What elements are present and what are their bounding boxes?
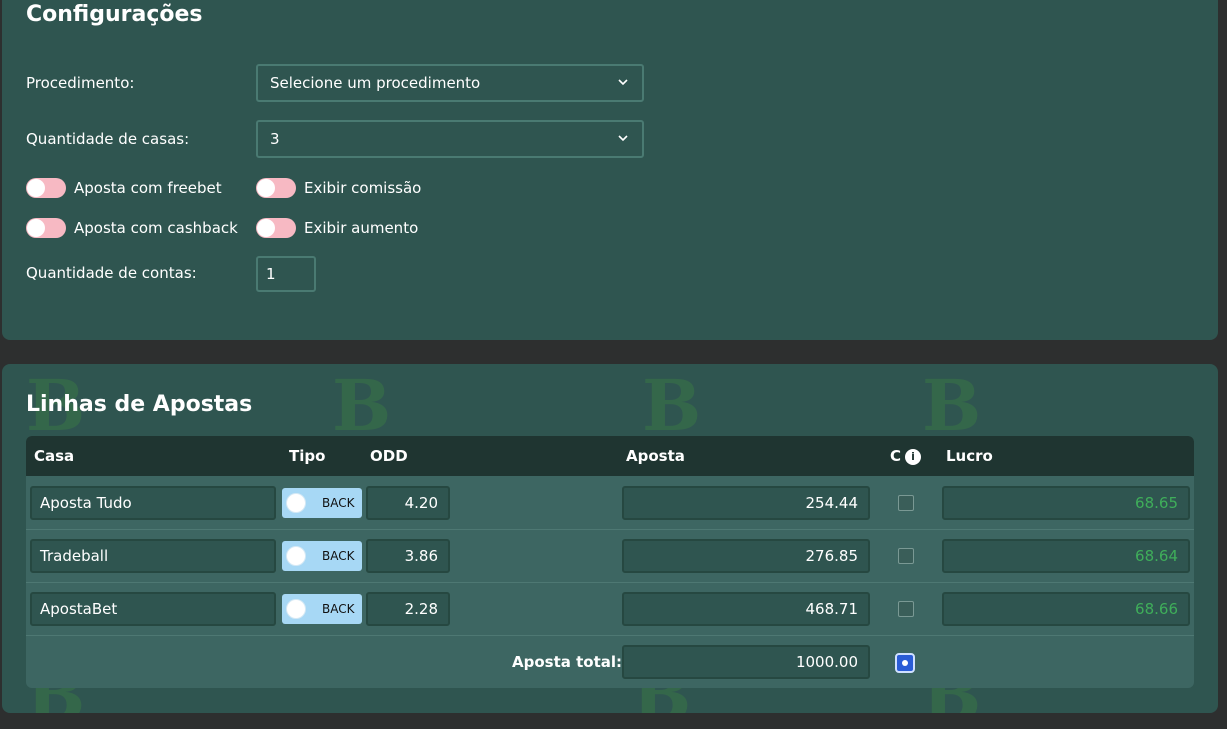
toggle-comissao-label: Exibir comissão bbox=[304, 179, 422, 197]
casa-input[interactable]: ApostaBet bbox=[30, 592, 276, 626]
tipo-toggle[interactable]: BACK bbox=[282, 541, 362, 571]
lucro-value: 68.65 bbox=[942, 486, 1190, 520]
tipo-knob bbox=[286, 493, 306, 513]
toggle-aumento[interactable]: Exibir aumento bbox=[256, 218, 418, 238]
row-divider bbox=[26, 529, 1194, 530]
radio-dot bbox=[902, 660, 908, 666]
casa-input[interactable]: Tradeball bbox=[30, 539, 276, 573]
config-title: Configurações bbox=[26, 2, 203, 27]
tipo-toggle[interactable]: BACK bbox=[282, 594, 362, 624]
header-aposta: Aposta bbox=[626, 447, 685, 465]
switch[interactable] bbox=[256, 218, 296, 238]
toggle-cashback-label: Aposta com cashback bbox=[74, 219, 238, 237]
toggle-aumento-label: Exibir aumento bbox=[304, 219, 419, 237]
header-c: Ci bbox=[890, 447, 922, 465]
casa-input[interactable]: Aposta Tudo bbox=[30, 486, 276, 520]
row-divider bbox=[26, 635, 1194, 636]
tipo-label: BACK bbox=[322, 549, 355, 563]
contas-input[interactable]: 1 bbox=[256, 256, 316, 292]
tipo-knob bbox=[286, 546, 306, 566]
odd-input[interactable]: 4.20 bbox=[366, 486, 450, 520]
procedimento-select[interactable]: Selecione um procedimento bbox=[256, 64, 644, 102]
casas-label: Quantidade de casas: bbox=[26, 130, 190, 148]
header-casa: Casa bbox=[34, 447, 75, 465]
total-input[interactable]: 1000.00 bbox=[622, 645, 870, 679]
chevron-down-icon bbox=[618, 79, 628, 86]
casas-select[interactable]: 3 bbox=[256, 120, 644, 158]
tipo-knob bbox=[286, 599, 306, 619]
config-panel: Configurações Procedimento: Selecione um… bbox=[2, 0, 1218, 340]
tipo-label: BACK bbox=[322, 496, 355, 510]
switch[interactable] bbox=[26, 178, 66, 198]
lines-title: Linhas de Apostas bbox=[26, 392, 253, 417]
header-odd: ODD bbox=[370, 447, 408, 465]
row-divider bbox=[26, 582, 1194, 583]
toggle-freebet-label: Aposta com freebet bbox=[74, 179, 222, 197]
info-icon[interactable]: i bbox=[905, 448, 922, 465]
total-radio[interactable] bbox=[895, 653, 915, 673]
aposta-input[interactable]: 254.44 bbox=[622, 486, 870, 520]
contas-label: Quantidade de contas: bbox=[26, 264, 197, 282]
header-lucro: Lucro bbox=[946, 447, 993, 465]
c-checkbox[interactable] bbox=[898, 548, 914, 564]
switch-knob bbox=[27, 219, 45, 237]
odd-input[interactable]: 3.86 bbox=[366, 539, 450, 573]
table-header: Casa Tipo ODD Aposta Ci Lucro bbox=[26, 436, 1194, 476]
procedimento-value: Selecione um procedimento bbox=[270, 74, 481, 92]
toggle-cashback[interactable]: Aposta com cashback bbox=[26, 218, 238, 238]
watermark-logo: B bbox=[642, 364, 702, 447]
c-checkbox[interactable] bbox=[898, 495, 914, 511]
tipo-label: BACK bbox=[322, 602, 355, 616]
header-c-label: C bbox=[890, 447, 902, 465]
lines-panel: B B B B B B B B B B B Linhas de Apostas … bbox=[2, 364, 1218, 713]
c-checkbox[interactable] bbox=[898, 601, 914, 617]
switch[interactable] bbox=[256, 178, 296, 198]
aposta-input[interactable]: 276.85 bbox=[622, 539, 870, 573]
toggle-comissao[interactable]: Exibir comissão bbox=[256, 178, 421, 198]
casas-value: 3 bbox=[270, 130, 280, 148]
procedimento-label: Procedimento: bbox=[26, 74, 135, 92]
switch-knob bbox=[257, 179, 275, 197]
total-label: Aposta total: bbox=[512, 653, 623, 671]
toggle-freebet[interactable]: Aposta com freebet bbox=[26, 178, 222, 198]
aposta-input[interactable]: 468.71 bbox=[622, 592, 870, 626]
chevron-down-icon bbox=[618, 135, 628, 142]
lucro-value: 68.64 bbox=[942, 539, 1190, 573]
watermark-logo: B bbox=[922, 364, 982, 447]
tipo-toggle[interactable]: BACK bbox=[282, 488, 362, 518]
watermark-logo: B bbox=[332, 364, 392, 447]
switch-knob bbox=[257, 219, 275, 237]
odd-input[interactable]: 2.28 bbox=[366, 592, 450, 626]
switch[interactable] bbox=[26, 218, 66, 238]
switch-knob bbox=[27, 179, 45, 197]
header-tipo: Tipo bbox=[289, 447, 326, 465]
lucro-value: 68.66 bbox=[942, 592, 1190, 626]
bets-table: Casa Tipo ODD Aposta Ci Lucro Aposta Tud… bbox=[26, 436, 1194, 688]
